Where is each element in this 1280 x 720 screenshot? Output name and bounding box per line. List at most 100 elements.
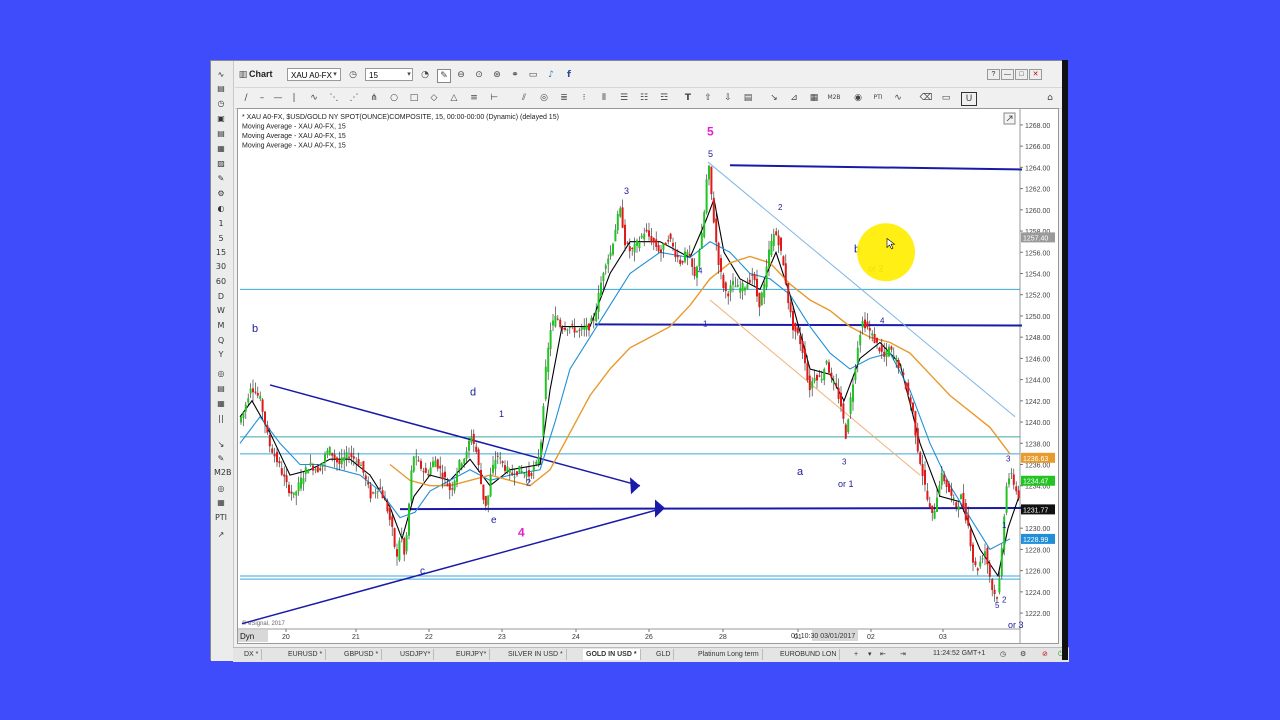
elliott-wave-icon[interactable]: ∿: [307, 92, 321, 104]
left-tool-20[interactable]: ◎: [214, 368, 228, 380]
lock-icon[interactable]: ⌂: [1043, 92, 1057, 104]
left-tool-2[interactable]: ◷: [214, 98, 228, 110]
left-tool-16[interactable]: W: [214, 305, 228, 317]
arrow-down-icon[interactable]: ⇩: [721, 92, 735, 104]
left-tool-14[interactable]: 60: [214, 276, 228, 288]
line-tool-icon[interactable]: ∕: [239, 92, 253, 104]
magnet-icon[interactable]: U: [961, 92, 977, 106]
tab-4[interactable]: EURJPY*: [453, 649, 491, 660]
ellipse-icon[interactable]: ○: [387, 92, 401, 104]
eye-icon[interactable]: ◉: [851, 92, 865, 104]
fib-retracement-icon[interactable]: ☰: [617, 92, 631, 104]
triangle-icon[interactable]: △: [447, 92, 461, 104]
left-tool-24[interactable]: ↘: [214, 439, 228, 451]
speed-lines-icon[interactable]: ⊿: [787, 92, 801, 104]
pitchfork-icon[interactable]: ⋔: [367, 92, 381, 104]
tab-6[interactable]: GOLD IN USD *: [583, 649, 641, 660]
minimize-button[interactable]: —: [1001, 69, 1014, 80]
left-tool-9[interactable]: ◐: [214, 203, 228, 215]
dash-line-icon[interactable]: —: [271, 92, 285, 104]
left-tool-7[interactable]: ✎: [214, 173, 228, 185]
trend-angle-icon[interactable]: ↘: [767, 92, 781, 104]
add-tab-icon[interactable]: +: [851, 649, 861, 660]
left-tool-11[interactable]: 5: [214, 233, 228, 245]
fibonacci-icon[interactable]: ≣: [557, 92, 571, 104]
vertical-line-icon[interactable]: |: [287, 92, 301, 104]
fib-extension-icon[interactable]: ⁝: [577, 92, 591, 104]
parallel-lines-icon[interactable]: ≡: [467, 92, 481, 104]
diamond-icon[interactable]: ◇: [427, 92, 441, 104]
left-tool-15[interactable]: D: [214, 291, 228, 303]
left-tool-22[interactable]: ▦: [214, 398, 228, 410]
fib-arc-icon[interactable]: ☲: [657, 92, 671, 104]
tab-2[interactable]: GBPUSD *: [341, 649, 383, 660]
clock-icon[interactable]: ◷: [997, 649, 1009, 660]
channel-icon[interactable]: ⫽: [517, 92, 531, 104]
play-icon[interactable]: ⊙: [473, 69, 485, 81]
left-tool-26[interactable]: M2B: [214, 467, 231, 479]
cycle-icon[interactable]: ◎: [537, 92, 551, 104]
history-icon[interactable]: ◔: [419, 69, 431, 81]
link-icon[interactable]: ⚭: [509, 69, 521, 81]
tab-menu-icon[interactable]: ▾: [865, 649, 875, 660]
left-tool-28[interactable]: ▦: [214, 497, 228, 509]
horizontal-line-icon[interactable]: –: [255, 92, 269, 104]
pti-icon[interactable]: PTI: [871, 92, 885, 104]
note-icon[interactable]: ▤: [741, 92, 755, 104]
comment-icon[interactable]: ▭: [527, 69, 539, 81]
left-tool-23[interactable]: ||: [214, 413, 228, 425]
close-button[interactable]: ✕: [1029, 69, 1042, 80]
left-tool-17[interactable]: M: [214, 320, 228, 332]
tab-1[interactable]: EURUSD *: [285, 649, 327, 660]
clock-icon[interactable]: ◷: [347, 69, 359, 81]
left-tool-21[interactable]: ▤: [214, 383, 228, 395]
tab-5[interactable]: SILVER IN USD *: [505, 649, 567, 660]
left-tool-8[interactable]: ⚙: [214, 188, 228, 200]
m2b-icon[interactable]: M2B: [827, 92, 841, 104]
settings-icon[interactable]: ⚙: [1017, 649, 1029, 660]
fib-time-icon[interactable]: ⦀: [597, 92, 611, 104]
price-chart[interactable]: 1222.001224.001226.001228.001230.001232.…: [238, 109, 1058, 643]
rectangle-icon[interactable]: □: [407, 92, 421, 104]
chevron-down-icon[interactable]: ▾: [403, 68, 415, 80]
left-tool-13[interactable]: 30: [214, 261, 228, 273]
properties-icon[interactable]: ⊛: [491, 69, 503, 81]
regression-icon[interactable]: ⊢: [487, 92, 501, 104]
left-tool-4[interactable]: ▤: [214, 128, 228, 140]
tab-0[interactable]: DX *: [241, 649, 263, 660]
left-tool-30[interactable]: ↗: [214, 529, 228, 541]
chevron-down-icon[interactable]: ▾: [329, 68, 341, 80]
wave-tool-icon[interactable]: ∿: [891, 92, 905, 104]
scroll-right-icon[interactable]: ⇥: [897, 649, 909, 660]
facebook-icon[interactable]: f: [563, 69, 575, 81]
gann-fan-icon[interactable]: ⋰: [347, 92, 361, 104]
zoom-out-icon[interactable]: ⊖: [455, 69, 467, 81]
left-tool-10[interactable]: 1: [214, 218, 228, 230]
tab-7[interactable]: GLD: [653, 649, 675, 660]
eraser-icon[interactable]: ⌫: [919, 92, 933, 104]
left-tool-5[interactable]: ▦: [214, 143, 228, 155]
left-tool-6[interactable]: ▨: [214, 158, 228, 170]
arrow-up-icon[interactable]: ⇧: [701, 92, 715, 104]
pencil-icon[interactable]: ✎: [437, 69, 451, 83]
left-tool-12[interactable]: 15: [214, 247, 228, 259]
fan-tool-icon[interactable]: ⋱: [327, 92, 341, 104]
left-tool-29[interactable]: PTI: [214, 512, 228, 524]
maximize-button[interactable]: □: [1015, 69, 1028, 80]
tab-8[interactable]: Platinum Long term: [695, 649, 763, 660]
left-tool-18[interactable]: Q: [214, 335, 228, 347]
left-tool-27[interactable]: ◎: [214, 483, 228, 495]
chart-grid-icon[interactable]: ▥: [237, 69, 249, 81]
tab-9[interactable]: EUROBUND LON: [777, 649, 841, 660]
text-tool-icon[interactable]: T: [681, 92, 695, 104]
stop-icon[interactable]: ⊘: [1039, 649, 1051, 660]
left-tool-25[interactable]: ✎: [214, 453, 228, 465]
left-tool-19[interactable]: Y: [214, 349, 228, 361]
left-tool-0[interactable]: ∿: [214, 69, 228, 81]
scroll-left-icon[interactable]: ⇤: [877, 649, 889, 660]
help-button[interactable]: ?: [987, 69, 1000, 80]
grid-icon[interactable]: ▦: [807, 92, 821, 104]
left-tool-3[interactable]: ▣: [214, 113, 228, 125]
twitter-icon[interactable]: ♪: [545, 69, 557, 81]
fib-fan-icon[interactable]: ☷: [637, 92, 651, 104]
